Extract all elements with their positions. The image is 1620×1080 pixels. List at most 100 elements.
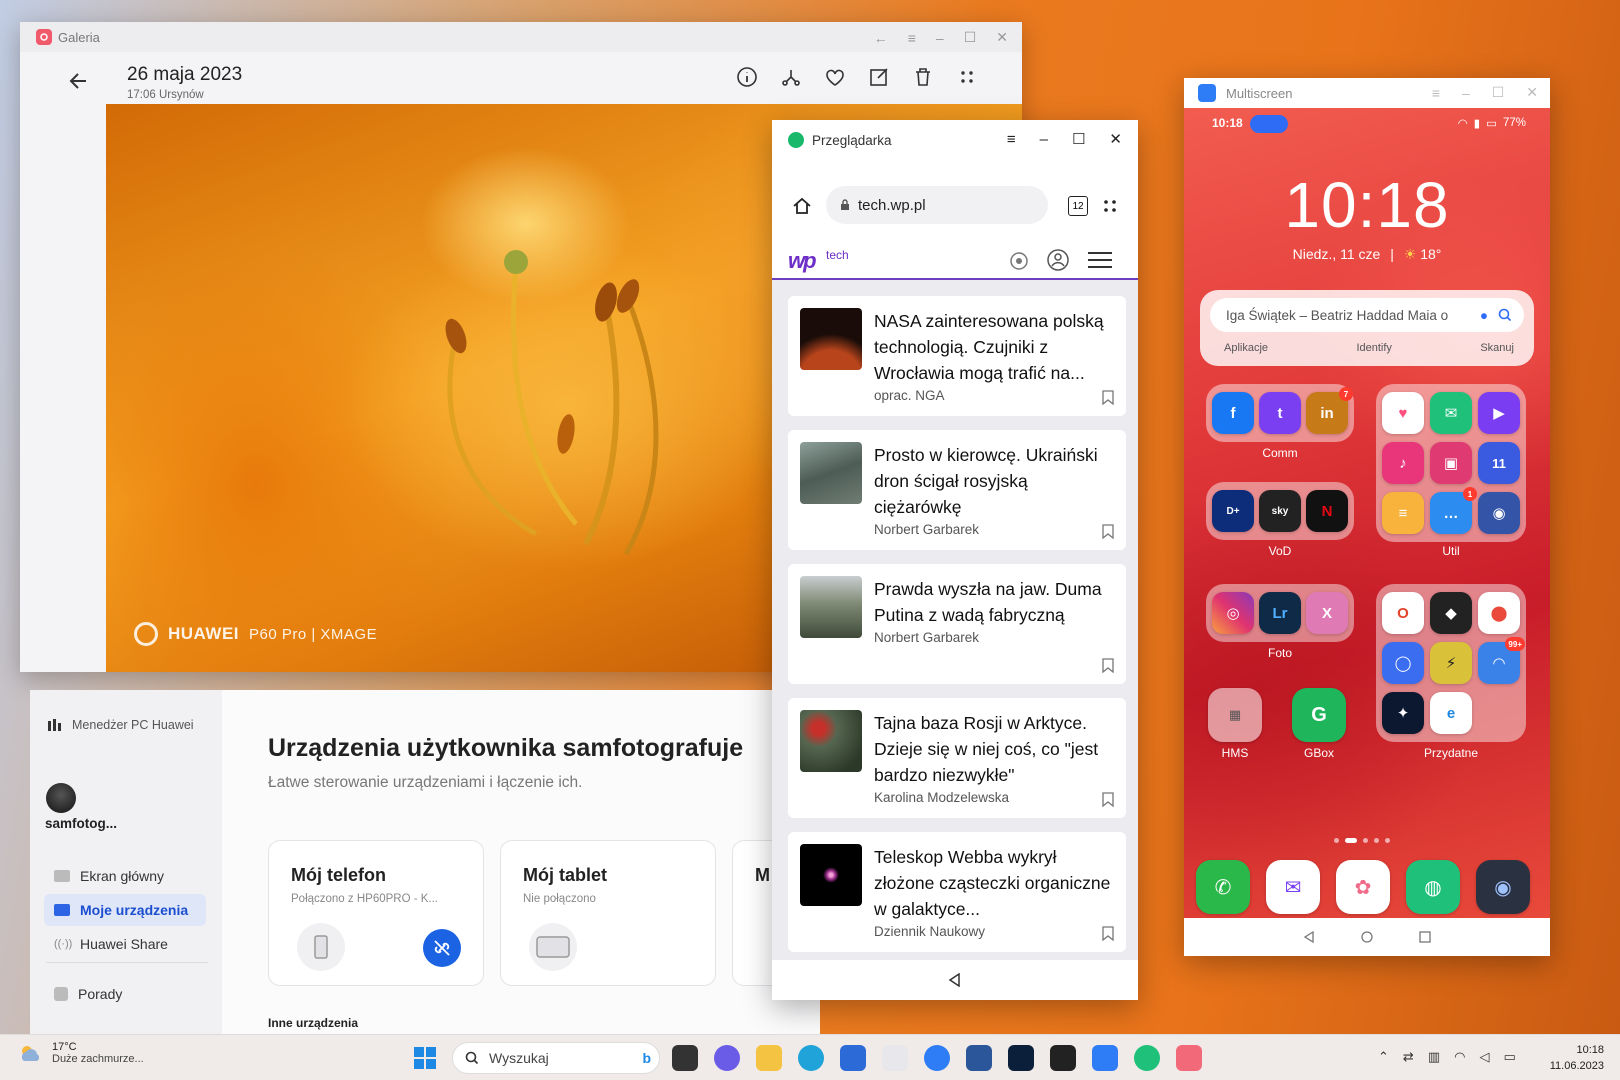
phone-nav-bar [1184, 918, 1550, 956]
nav-home-icon[interactable] [1361, 931, 1373, 943]
trash-icon[interactable] [912, 66, 934, 88]
phone-dialer-icon[interactable]: ✆ [1196, 860, 1250, 914]
account-icon[interactable] [1046, 248, 1070, 272]
chevron-up-icon[interactable]: ⌃ [1378, 1049, 1389, 1065]
maximize-icon[interactable]: ☐ [1072, 130, 1085, 148]
gallery-flower-icon[interactable]: ✿ [1336, 860, 1390, 914]
nav-back-icon[interactable] [1303, 931, 1315, 943]
taskbar-clock[interactable]: 10:18 11.06.2023 [1550, 1042, 1604, 1074]
mic-icon[interactable]: ● [1480, 308, 1488, 323]
avatar[interactable] [46, 783, 76, 813]
bookmark-icon[interactable] [1102, 390, 1114, 405]
home-icon[interactable] [792, 196, 812, 216]
file-explorer-icon[interactable] [756, 1045, 782, 1071]
minimize-icon[interactable]: – [936, 30, 944, 46]
sidebar-item-home[interactable]: Ekran główny [44, 860, 206, 892]
minimize-icon[interactable]: – [1040, 131, 1048, 148]
bookmark-icon[interactable] [1102, 524, 1114, 539]
chip-scan[interactable]: Skanuj [1480, 342, 1514, 354]
more-icon[interactable] [1102, 198, 1118, 214]
article-card[interactable]: Prosto w kierowcę. Ukraiński dron ścigał… [788, 430, 1126, 550]
hamburger-icon[interactable] [1088, 251, 1112, 269]
more-icon[interactable] [956, 66, 978, 88]
store-icon[interactable] [840, 1045, 866, 1071]
nav-recents-icon[interactable] [1419, 931, 1431, 943]
theme-icon[interactable] [1008, 250, 1030, 272]
pc-manager-tray-icon[interactable]: ▥ [1428, 1049, 1440, 1065]
page-title: Urządzenia użytkownika samfotografuje [268, 734, 744, 762]
bookmark-icon[interactable] [1102, 658, 1114, 673]
wp-logo[interactable]: wp [788, 248, 817, 274]
phone-screen-mirror[interactable]: 10:18 ◠ ▮ ▭ 77% 10:18 Niedz., 11 cze | ☀… [1184, 108, 1550, 918]
wifi-icon[interactable]: ◠ [1454, 1049, 1465, 1065]
info-icon[interactable] [736, 66, 758, 88]
back-icon[interactable] [68, 70, 90, 92]
site-header: wp tech [772, 242, 1138, 280]
volume-icon[interactable]: ◁ [1479, 1049, 1489, 1065]
badge-count: 99+ [1505, 637, 1525, 651]
folder-util[interactable]: ♥ ✉ ▶ ♪ ▣ 11 ≡ … 1 ◉ [1376, 384, 1526, 542]
gallery-taskbar-icon[interactable] [1176, 1045, 1202, 1071]
folder-vod[interactable]: D+ sky N [1206, 482, 1354, 540]
close-icon[interactable]: ✕ [1109, 130, 1122, 148]
back-triangle-icon[interactable] [948, 973, 962, 987]
bookmark-icon[interactable] [1102, 792, 1114, 807]
menu-icon[interactable]: ≡ [1007, 131, 1016, 148]
minimize-icon[interactable]: – [1462, 85, 1470, 101]
heart-icon[interactable] [824, 66, 846, 88]
chat-icon[interactable] [714, 1045, 740, 1071]
multiscreen-titlebar[interactable]: Multiscreen ≡ – ☐ ✕ [1184, 78, 1550, 108]
task-view-icon[interactable] [672, 1045, 698, 1071]
word-icon[interactable] [966, 1045, 992, 1071]
tidal-taskbar-icon[interactable] [1050, 1045, 1076, 1071]
browser-window: Przeglądarka ≡ – ☐ ✕ tech.wp.pl 12 wp te… [772, 120, 1138, 1000]
search-input[interactable]: Iga Świątek – Beatriz Haddad Maia o ● [1210, 298, 1524, 332]
share-icon[interactable] [780, 66, 802, 88]
edge-icon[interactable] [798, 1045, 824, 1071]
device-card-tablet[interactable]: Mój tablet Nie połączono [500, 840, 716, 986]
gbox-icon[interactable]: G [1292, 688, 1346, 742]
network-sharing-icon[interactable]: ⇄ [1403, 1049, 1414, 1065]
url-field[interactable]: tech.wp.pl [826, 186, 1048, 224]
taskbar-search[interactable]: Wyszukaj b [452, 1042, 660, 1074]
disconnect-link-button[interactable] [423, 929, 461, 967]
folder-foto[interactable]: ◎ Lr X [1206, 584, 1354, 642]
menu-icon[interactable]: ≡ [908, 30, 916, 46]
article-card[interactable]: Tajna baza Rosji w Arktyce. Dzieje się w… [788, 698, 1126, 818]
menu-icon[interactable]: ≡ [1432, 85, 1440, 101]
onedrive-icon[interactable] [924, 1045, 950, 1071]
folder-przydatne[interactable]: O ◆ ⬤ ◯ ⚡ ◠ 99+ ✦ e [1376, 584, 1526, 742]
folder-comm[interactable]: f t in 7 [1206, 384, 1354, 442]
photoshop-icon[interactable] [1008, 1045, 1034, 1071]
chip-identify[interactable]: Identify [1356, 342, 1391, 354]
hms-folder-icon[interactable]: ▦ [1208, 688, 1262, 742]
browser-app-icon[interactable]: ◍ [1406, 860, 1460, 914]
tabs-button[interactable]: 12 [1068, 196, 1088, 216]
sidebar-item-my-devices[interactable]: Moje urządzenia [44, 894, 206, 926]
device-card-phone[interactable]: Mój telefon Połączono z HP60PRO - K... [268, 840, 484, 986]
start-icon[interactable] [414, 1047, 436, 1069]
maximize-icon[interactable]: ☐ [1492, 84, 1505, 101]
article-card[interactable]: NASA zainteresowana polską technologią. … [788, 296, 1126, 416]
edit-icon[interactable] [868, 66, 890, 88]
maximize-icon[interactable]: ☐ [964, 29, 977, 46]
camera-icon[interactable]: ◉ [1476, 860, 1530, 914]
article-card[interactable]: Teleskop Webba wykrył złożone cząsteczki… [788, 832, 1126, 952]
article-card[interactable]: Prawda wyszła na jaw. Duma Putina z wadą… [788, 564, 1126, 684]
browser-titlebar[interactable]: Przeglądarka ≡ – ☐ ✕ [772, 120, 1138, 160]
pc-manager-icon[interactable] [882, 1045, 908, 1071]
back-arrow-icon[interactable]: ← [874, 30, 888, 46]
browser-taskbar-icon[interactable] [1134, 1045, 1160, 1071]
close-icon[interactable]: ✕ [996, 29, 1008, 46]
sidebar-item-tips[interactable]: Porady [44, 978, 206, 1010]
sidebar-item-huawei-share[interactable]: ((·)) Huawei Share [44, 928, 206, 960]
bookmark-icon[interactable] [1102, 926, 1114, 941]
battery-icon[interactable]: ▭ [1503, 1049, 1515, 1065]
messenger-icon[interactable]: ✉ [1266, 860, 1320, 914]
chip-apps[interactable]: Aplikacje [1224, 342, 1268, 354]
gallery-titlebar[interactable]: Galeria ← ≡ – ☐ ✕ [20, 22, 1022, 52]
search-icon[interactable] [1498, 308, 1512, 322]
close-icon[interactable]: ✕ [1526, 84, 1538, 101]
multiscreen-taskbar-icon[interactable] [1092, 1045, 1118, 1071]
weather-widget[interactable]: 17°C Duże zachmurze... [18, 1041, 144, 1065]
